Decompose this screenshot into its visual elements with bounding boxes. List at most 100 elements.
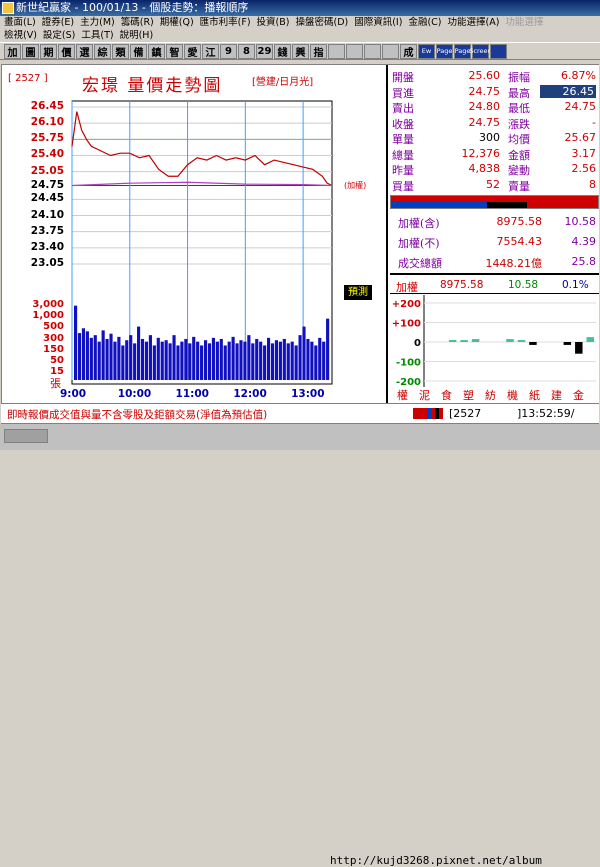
- volume-bar: [188, 343, 192, 380]
- quote-value: 3.17: [571, 146, 597, 160]
- volume-bar: [125, 340, 129, 380]
- toolbar-button-3[interactable]: 價: [58, 43, 75, 59]
- index-label: 加權(不): [398, 237, 440, 250]
- status-note: 即時報價成交值與量不含零股及鉅額交易(淨值為預估值): [7, 409, 268, 421]
- sector-bar: [586, 337, 594, 342]
- index-overlay-label: (加權): [344, 181, 367, 190]
- volume-bar: [133, 343, 137, 380]
- toolbar-button-12[interactable]: 9: [220, 43, 237, 59]
- summary-divider: [390, 293, 599, 294]
- quote-label: 開盤: [392, 71, 414, 84]
- y-tick-label: 24.75: [30, 178, 64, 191]
- toolbar-button-10[interactable]: 愛: [184, 43, 201, 59]
- status-code[interactable]: [2527: [449, 407, 481, 420]
- volume-bar: [156, 337, 160, 380]
- volume-bar: [192, 336, 196, 380]
- volume-bar: [152, 345, 156, 380]
- volume-bar: [298, 335, 302, 380]
- volume-bar: [176, 345, 180, 380]
- toolbar-button-20[interactable]: [364, 43, 381, 59]
- menu-item-7[interactable]: 操盤密碼(D): [295, 17, 348, 28]
- sector-bar: [517, 340, 526, 342]
- toolbar-button-16[interactable]: 興: [292, 43, 309, 59]
- stock-code[interactable]: [ 2527 ]: [8, 73, 48, 84]
- volume-bar: [219, 338, 223, 380]
- forecast-button[interactable]: 預測: [344, 285, 372, 300]
- menu-item-5[interactable]: 匯市利率(F): [200, 17, 251, 28]
- toolbar-button-8[interactable]: 鎮: [148, 43, 165, 59]
- app-icon: [2, 2, 14, 14]
- toolbar-button-21[interactable]: [382, 43, 399, 59]
- main-panel: [ 2527 ] 宏璟 量價走勢圖 [營建/日月光] (加權) 預測 張 26.…: [1, 64, 599, 424]
- volume-bar: [286, 343, 290, 380]
- volume-bar: [148, 335, 152, 380]
- toolbar-button-11[interactable]: 江: [202, 43, 219, 59]
- summary-change: 10.58: [508, 279, 539, 291]
- menu-item-8[interactable]: 國際資訊(I): [354, 17, 402, 28]
- volume-bar: [137, 326, 141, 380]
- toolbar-button-15[interactable]: 錢: [274, 43, 291, 59]
- volume-bar: [266, 337, 271, 380]
- volume-bar: [203, 340, 208, 380]
- volume-bar: [200, 345, 204, 380]
- toolbar-button-5[interactable]: 綜: [94, 43, 111, 59]
- sector-label: 食: [441, 389, 453, 402]
- menu-item-6[interactable]: 投資(B): [257, 17, 290, 28]
- menu-item-0[interactable]: 畫面(L): [4, 17, 36, 28]
- menu-item-row2-1[interactable]: 設定(S): [43, 30, 75, 41]
- menu-item-9[interactable]: 金融(C): [408, 17, 441, 28]
- toolbar-button-9[interactable]: 智: [166, 43, 183, 59]
- toolbar-button-26[interactable]: Screen: [469, 43, 492, 59]
- menu-item-4[interactable]: 期權(Q): [160, 17, 194, 28]
- toolbar-button-1[interactable]: 圖: [22, 43, 39, 59]
- sector-label: 紡: [485, 389, 497, 402]
- menu-item-3[interactable]: 籌碼(R): [121, 17, 154, 28]
- quote-label: 單量: [392, 133, 414, 146]
- toolbar-button-22[interactable]: 成: [400, 43, 417, 59]
- toolbar-button-19[interactable]: [346, 43, 363, 59]
- taskbar-button[interactable]: [4, 429, 48, 443]
- quote-value: 25.67: [564, 131, 597, 144]
- volume-bar: [85, 331, 89, 380]
- volume-bar: [235, 343, 239, 380]
- volume-bar: [184, 338, 188, 380]
- volume-bar: [77, 333, 82, 380]
- y-tick-label: 26.10: [30, 116, 64, 129]
- toolbar-button-7[interactable]: 備: [130, 43, 147, 59]
- quote-label: 均價: [508, 133, 530, 146]
- sector-bar: [575, 342, 583, 354]
- toolbar-button-13[interactable]: 8: [238, 43, 255, 59]
- menu-item-row2-0[interactable]: 檢視(V): [4, 30, 37, 41]
- volume-bar: [294, 345, 298, 380]
- menu-item-row2-2[interactable]: 工具(T): [81, 30, 113, 41]
- toolbar-button-18[interactable]: [328, 43, 345, 59]
- toolbar-button-23[interactable]: Ew: [418, 43, 435, 59]
- menu-item-row2-3[interactable]: 說明(H): [120, 30, 154, 41]
- volume-bar: [274, 340, 279, 380]
- menu-item-1[interactable]: 證券(E): [42, 17, 74, 28]
- toolbar-button-17[interactable]: 指: [310, 43, 327, 59]
- x-tick-label: 13:00: [291, 388, 325, 400]
- sector-tick-label: 0: [414, 338, 421, 349]
- toolbar-button-6[interactable]: 類: [112, 43, 129, 59]
- toolbar-button-14[interactable]: 29: [256, 43, 273, 59]
- volume-bar: [74, 305, 78, 380]
- menu-item-10[interactable]: 功能選擇(A): [447, 17, 499, 28]
- menu-bar-secondary: 檢視(V) 設定(S) 工具(T) 說明(H): [0, 30, 600, 42]
- index-label: 加權(含): [398, 217, 440, 230]
- volume-tick-label: 15: [50, 366, 64, 377]
- menu-item-2[interactable]: 主力(M): [80, 17, 115, 28]
- volume-tick-label: 500: [43, 321, 64, 333]
- quote-row: 收盤 24.75 漲跌 -: [390, 116, 599, 131]
- toolbar-button-24[interactable]: Page: [436, 43, 453, 59]
- summary-value: 8975.58: [440, 279, 484, 291]
- quote-row: 買進 24.75 最高 26.45: [390, 84, 599, 100]
- toolbar-button-27[interactable]: [490, 43, 507, 59]
- quote-label: 買進: [392, 86, 414, 100]
- menu-item-11[interactable]: 功能選擇: [505, 17, 543, 28]
- toolbar-button-4[interactable]: 選: [76, 43, 93, 59]
- x-tick-label: 10:00: [117, 388, 152, 400]
- toolbar-button-2[interactable]: 期: [40, 43, 57, 59]
- toolbar-button-0[interactable]: 加: [4, 43, 21, 59]
- y-tick-label: 24.45: [30, 192, 64, 205]
